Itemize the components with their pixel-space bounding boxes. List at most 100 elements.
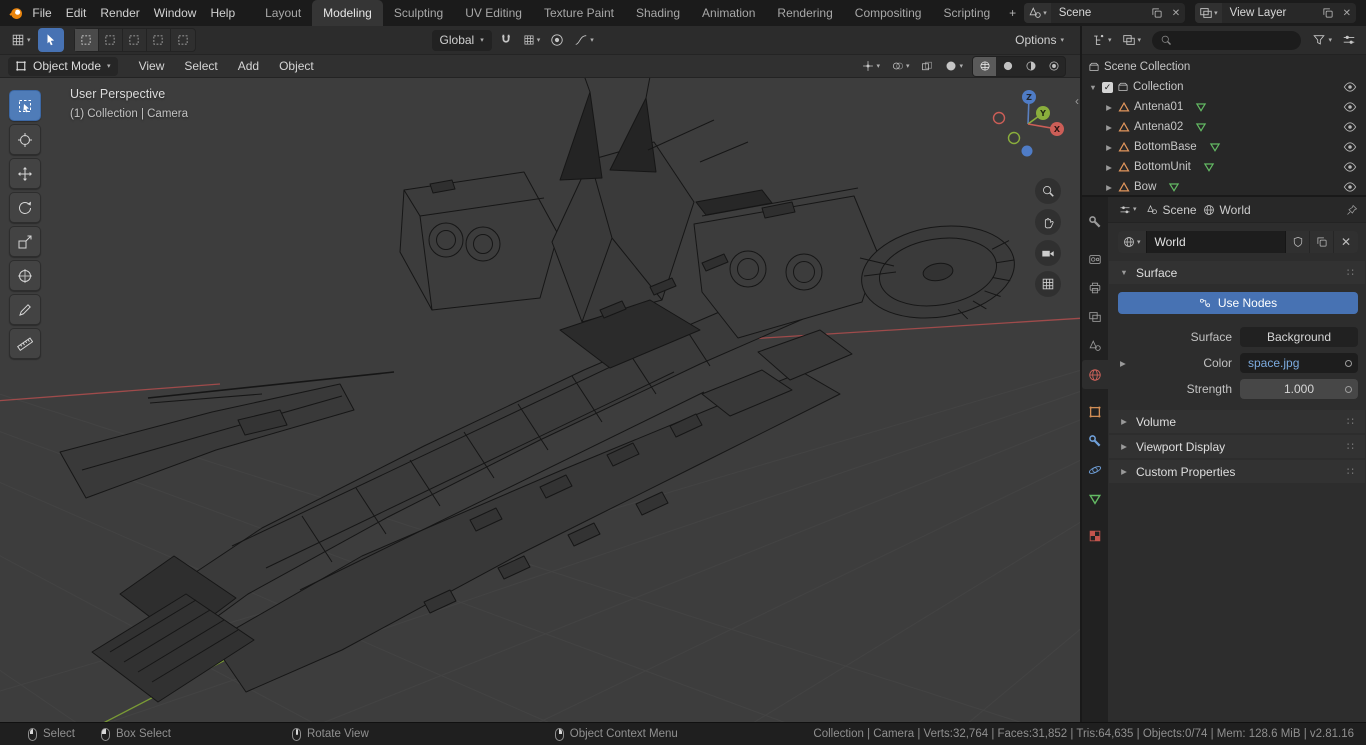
options-dropdown[interactable]: Options ▾ [1015, 33, 1072, 47]
blender-logo-icon[interactable] [6, 0, 25, 26]
outliner-row-object[interactable]: ▶ BottomBase [1082, 137, 1366, 157]
color-texture-field[interactable]: space.jpg [1240, 353, 1358, 373]
expand-triangle-icon[interactable]: ▶ [1104, 103, 1114, 112]
tab-output[interactable] [1082, 273, 1108, 302]
tool-cursor[interactable] [9, 124, 41, 155]
navigation-gizmo[interactable]: Z Y X [992, 88, 1064, 160]
tab-shading[interactable]: Shading [625, 0, 691, 26]
show-gizmos-dropdown[interactable]: ▾ [859, 58, 883, 74]
tool-move[interactable] [9, 158, 41, 189]
snap-settings-dropdown[interactable]: ▾ [520, 32, 544, 48]
sidebar-toggle[interactable]: ‹ [1075, 94, 1079, 108]
breadcrumb-scene[interactable]: Scene [1146, 203, 1197, 217]
add-workspace-button[interactable]: + [1001, 0, 1024, 26]
expand-triangle-icon[interactable]: ▶ [1104, 123, 1114, 132]
outliner-row-object[interactable]: ▶ BottomUnit [1082, 157, 1366, 177]
select-subtract-button[interactable] [123, 29, 147, 51]
menu-add[interactable]: Add [229, 55, 268, 78]
tab-physics[interactable] [1082, 455, 1108, 484]
pin-icon[interactable] [1346, 204, 1358, 216]
tab-modifiers[interactable] [1082, 426, 1108, 455]
outliner-row-scene-collection[interactable]: Scene Collection [1082, 57, 1366, 77]
expand-triangle-icon[interactable]: ▶ [1104, 163, 1114, 172]
xray-toggle[interactable] [918, 58, 936, 74]
use-nodes-button[interactable]: Use Nodes [1118, 292, 1358, 314]
panel-volume[interactable]: ▶ Volume ∷ [1109, 410, 1365, 433]
new-scene-button[interactable] [1147, 3, 1167, 23]
unlink-scene-button[interactable]: ✕ [1167, 8, 1185, 19]
tool-rotate[interactable] [9, 192, 41, 223]
tool-scale[interactable] [9, 226, 41, 257]
visibility-toggle[interactable] [1343, 160, 1357, 174]
tab-texture[interactable] [1082, 521, 1108, 550]
select-set-button[interactable] [74, 29, 99, 51]
drag-handle-icon[interactable]: ∷ [1347, 415, 1355, 428]
browse-view-layer-button[interactable]: ▾ [1195, 3, 1222, 23]
tool-measure[interactable] [9, 328, 41, 359]
tab-active-tool[interactable] [1082, 207, 1108, 236]
tab-animation[interactable]: Animation [691, 0, 766, 26]
tab-modeling[interactable]: Modeling [312, 0, 383, 26]
shading-solid-button[interactable] [996, 57, 1019, 76]
panel-surface[interactable]: ▼ Surface ∷ [1109, 261, 1365, 284]
scene-name[interactable]: Scene [1051, 7, 1147, 19]
menu-select[interactable]: Select [175, 55, 226, 78]
tab-world[interactable] [1082, 360, 1108, 389]
outliner-type-button[interactable]: ▾ [1089, 31, 1115, 49]
view-layer-name[interactable]: View Layer [1222, 7, 1318, 19]
collapse-triangle-icon[interactable]: ▼ [1088, 83, 1098, 92]
tab-render[interactable] [1082, 244, 1108, 273]
menu-file[interactable]: File [25, 0, 58, 26]
proportional-edit-toggle[interactable] [547, 31, 567, 49]
perspective-toggle-button[interactable] [1035, 271, 1061, 297]
new-view-layer-button[interactable] [1318, 3, 1338, 23]
tab-sculpting[interactable]: Sculpting [383, 0, 454, 26]
outliner-filter-button[interactable]: ▾ [1309, 31, 1335, 49]
expand-triangle-icon[interactable]: ▶ [1104, 183, 1114, 192]
tab-layout[interactable]: Layout [254, 0, 312, 26]
new-world-button[interactable] [1310, 231, 1334, 253]
drag-handle-icon[interactable]: ∷ [1347, 266, 1355, 279]
node-link-icon[interactable] [1345, 385, 1352, 393]
properties-filter-button[interactable]: ▾ [1116, 202, 1140, 218]
outliner-row-object[interactable]: ▶ Antena02 [1082, 117, 1366, 137]
shading-dropdown[interactable]: ▾ [942, 58, 966, 74]
menu-window[interactable]: Window [147, 0, 204, 26]
tab-texture-paint[interactable]: Texture Paint [533, 0, 625, 26]
world-name-field[interactable]: World [1145, 231, 1286, 253]
visibility-toggle[interactable] [1343, 120, 1357, 134]
editor-type-button[interactable]: ▾ [8, 31, 34, 49]
tab-uv-editing[interactable]: UV Editing [454, 0, 533, 26]
show-overlays-dropdown[interactable]: ▾ [889, 58, 913, 74]
browse-scene-button[interactable]: ▾ [1024, 3, 1051, 23]
shading-rendered-button[interactable] [1042, 57, 1065, 76]
menu-render[interactable]: Render [93, 0, 146, 26]
expand-triangle-icon[interactable]: ▶ [1104, 143, 1114, 152]
menu-help[interactable]: Help [203, 0, 242, 26]
menu-view[interactable]: View [130, 55, 174, 78]
outliner-row-object[interactable]: ▶ Antena01 [1082, 97, 1366, 117]
tab-object-data[interactable] [1082, 484, 1108, 513]
visibility-toggle[interactable] [1343, 180, 1357, 194]
panel-custom-properties[interactable]: ▶ Custom Properties ∷ [1109, 460, 1365, 483]
outliner-row-collection[interactable]: ▼ ✓ Collection [1082, 77, 1366, 97]
tab-compositing[interactable]: Compositing [844, 0, 933, 26]
remove-view-layer-button[interactable]: ✕ [1338, 8, 1356, 19]
tab-scripting[interactable]: Scripting [932, 0, 1001, 26]
visibility-toggle[interactable] [1343, 140, 1357, 154]
camera-view-button[interactable] [1035, 240, 1061, 266]
outliner-search[interactable] [1152, 30, 1302, 50]
drag-handle-icon[interactable]: ∷ [1347, 465, 1355, 478]
tab-object[interactable] [1082, 397, 1108, 426]
drag-handle-icon[interactable]: ∷ [1347, 440, 1355, 453]
strength-slider[interactable]: 1.000 [1240, 379, 1358, 399]
panel-viewport-display[interactable]: ▶ Viewport Display ∷ [1109, 435, 1365, 458]
pan-button[interactable] [1035, 209, 1061, 235]
select-intersect-button[interactable] [171, 29, 195, 51]
viewport-3d[interactable]: User Perspective (1) Collection | Camera [0, 78, 1080, 722]
outliner-row-object[interactable]: ▶ Bow [1082, 177, 1366, 195]
collection-checkbox[interactable]: ✓ [1102, 81, 1113, 93]
browse-world-button[interactable]: ▾ [1118, 231, 1146, 253]
outliner-display-dropdown[interactable]: ▾ [1119, 31, 1145, 49]
outliner-options-button[interactable] [1339, 31, 1359, 49]
